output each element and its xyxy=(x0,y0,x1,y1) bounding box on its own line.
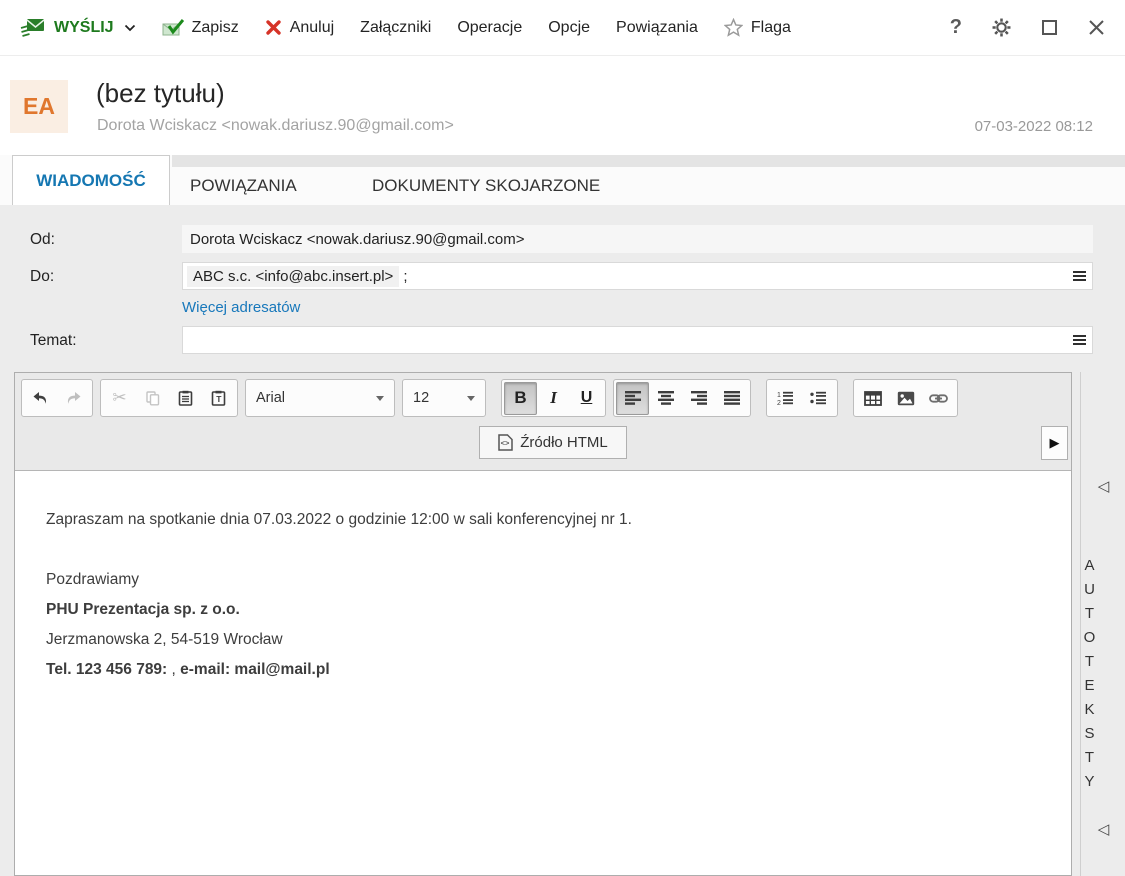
tab-dokumenty-skojarzone[interactable]: DOKUMENTY SKOJARZONE xyxy=(372,167,600,205)
to-label: Do: xyxy=(30,268,55,285)
insert-link-icon[interactable] xyxy=(922,382,955,415)
svg-text:<>: <> xyxy=(501,439,510,448)
chevron-down-icon xyxy=(467,395,475,401)
flag-button[interactable]: Flaga xyxy=(723,18,791,37)
subject-field xyxy=(182,326,1093,354)
tab-bar: WIADOMOŚĆ POWIĄZANIA DOKUMENTY SKOJARZON… xyxy=(0,155,1125,205)
paste-as-text-icon[interactable]: T xyxy=(202,382,235,415)
tab-strip xyxy=(172,155,1125,167)
message-header: EA (bez tytułu) Dorota Wciskacz <nowak.d… xyxy=(0,56,1125,155)
cancel-button[interactable]: Anuluj xyxy=(265,19,334,37)
options-button[interactable]: Opcje xyxy=(548,19,590,37)
message-body[interactable]: Zapraszam na spotkanie dnia 07.03.2022 o… xyxy=(15,471,1071,875)
avatar: EA xyxy=(10,80,68,133)
maximize-icon[interactable] xyxy=(1041,19,1058,36)
list-group: 1 2 xyxy=(766,379,838,417)
chevron-down-icon xyxy=(376,395,384,401)
gear-icon[interactable] xyxy=(992,18,1011,37)
flag-label: Flaga xyxy=(750,18,791,36)
font-size-group: 12 xyxy=(402,379,486,417)
message-sender: Dorota Wciskacz <nowak.dariusz.90@gmail.… xyxy=(97,117,454,134)
tab-powiazania[interactable]: POWIĄZANIA xyxy=(190,167,297,205)
close-icon[interactable] xyxy=(1088,19,1105,36)
clipboard-group: ✂ T xyxy=(100,379,238,417)
undo-button[interactable] xyxy=(24,382,57,415)
save-button[interactable]: Zapisz xyxy=(162,18,239,37)
window-controls: ? xyxy=(950,16,1105,39)
star-icon xyxy=(723,18,743,37)
subject-label: Temat: xyxy=(30,332,77,349)
ordered-list-icon[interactable]: 1 2 xyxy=(769,382,802,415)
bullet-list-icon[interactable] xyxy=(802,382,835,415)
svg-text:1: 1 xyxy=(777,392,781,399)
text-style-group: B I U xyxy=(501,379,606,417)
collapse-left-icon[interactable]: ◁ xyxy=(1081,477,1125,495)
recipient-chip[interactable]: ABC s.c. <info@abc.insert.pl> xyxy=(187,265,400,287)
autoteksty-panel[interactable]: ◁ AUTOTEKSTY ◁ xyxy=(1080,372,1125,876)
bold-button[interactable]: B xyxy=(504,381,537,415)
html-source-button[interactable]: <> Źródło HTML xyxy=(479,426,627,459)
html-source-icon: <> xyxy=(498,434,513,451)
editor-toolbar: ✂ T Arial 12 B I U 1 2 <> Źródło HTML ▶ xyxy=(15,373,1071,471)
to-field[interactable]: ABC s.c. <info@abc.insert.pl> ; xyxy=(182,262,1093,290)
body-greeting: Pozdrawiamy xyxy=(46,571,140,588)
subject-menu-icon[interactable] xyxy=(1073,335,1086,345)
message-datetime: 07-03-2022 08:12 xyxy=(974,118,1093,135)
email-compose-window: WYŚLIJ Zapisz Anuluj Załączniki Operacje… xyxy=(0,0,1125,876)
rich-text-editor: ✂ T Arial 12 B I U 1 2 <> Źródło HTML ▶ … xyxy=(14,372,1072,876)
signature-company: PHU Prezentacja sp. z o.o. xyxy=(46,601,240,618)
align-center-button[interactable] xyxy=(649,382,682,415)
send-envelope-icon xyxy=(20,17,46,38)
attachments-button[interactable]: Załączniki xyxy=(360,19,431,37)
paste-icon[interactable] xyxy=(169,382,202,415)
message-form: Od: Dorota Wciskacz <nowak.dariusz.90@gm… xyxy=(0,205,1125,876)
more-recipients-link[interactable]: Więcej adresatów xyxy=(182,299,300,316)
align-right-button[interactable] xyxy=(682,382,715,415)
signature-contact: Tel. 123 456 789: , e-mail: mail@mail.pl xyxy=(46,661,330,678)
recipient-separator: ; xyxy=(403,267,408,285)
align-left-button[interactable] xyxy=(616,381,649,415)
cancel-x-icon xyxy=(265,19,282,36)
from-field: Dorota Wciskacz <nowak.dariusz.90@gmail.… xyxy=(182,225,1093,253)
insert-image-icon[interactable] xyxy=(889,382,922,415)
from-label: Od: xyxy=(30,231,55,248)
font-name-select[interactable]: Arial xyxy=(248,383,392,414)
signature-address: Jerzmanowska 2, 54-519 Wrocław xyxy=(46,631,283,648)
insert-table-icon[interactable] xyxy=(856,382,889,415)
send-label: WYŚLIJ xyxy=(54,18,114,36)
cancel-label: Anuluj xyxy=(289,18,335,36)
tab-wiadomosc[interactable]: WIADOMOŚĆ xyxy=(12,155,170,205)
help-button[interactable]: ? xyxy=(950,16,962,39)
relations-button[interactable]: Powiązania xyxy=(616,19,698,37)
editor-toolbar-row2: <> Źródło HTML ▶ xyxy=(15,424,1071,466)
italic-button[interactable]: I xyxy=(537,382,570,415)
font-name-group: Arial xyxy=(245,379,395,417)
subject-input[interactable] xyxy=(187,326,1073,354)
copy-icon[interactable] xyxy=(136,382,169,415)
save-label: Zapisz xyxy=(191,18,239,36)
cut-icon[interactable]: ✂ xyxy=(103,382,136,415)
svg-text:2: 2 xyxy=(777,400,781,405)
autoteksty-label[interactable]: AUTOTEKSTY xyxy=(1081,552,1125,802)
expand-toolbar-button[interactable]: ▶ xyxy=(1041,426,1068,460)
undo-redo-group xyxy=(21,379,93,417)
align-justify-button[interactable] xyxy=(715,382,748,415)
send-dropdown-chevron-icon[interactable] xyxy=(124,24,136,32)
underline-button[interactable]: U xyxy=(570,382,603,415)
operations-button[interactable]: Operacje xyxy=(457,19,522,37)
insert-group xyxy=(853,379,958,417)
body-paragraph: Zapraszam na spotkanie dnia 07.03.2022 o… xyxy=(46,511,632,528)
message-title: (bez tytułu) xyxy=(96,78,225,108)
send-button[interactable]: WYŚLIJ xyxy=(20,17,136,38)
play-triangle-icon: ▶ xyxy=(1049,435,1060,450)
font-size-select[interactable]: 12 xyxy=(405,383,483,414)
alignment-group xyxy=(613,379,751,417)
svg-text:T: T xyxy=(216,394,222,404)
window-toolbar: WYŚLIJ Zapisz Anuluj Załączniki Operacje… xyxy=(0,0,1125,56)
collapse-left-icon[interactable]: ◁ xyxy=(1081,820,1125,838)
to-menu-icon[interactable] xyxy=(1073,271,1086,281)
save-envelope-check-icon xyxy=(162,18,184,37)
redo-button[interactable] xyxy=(57,382,90,415)
